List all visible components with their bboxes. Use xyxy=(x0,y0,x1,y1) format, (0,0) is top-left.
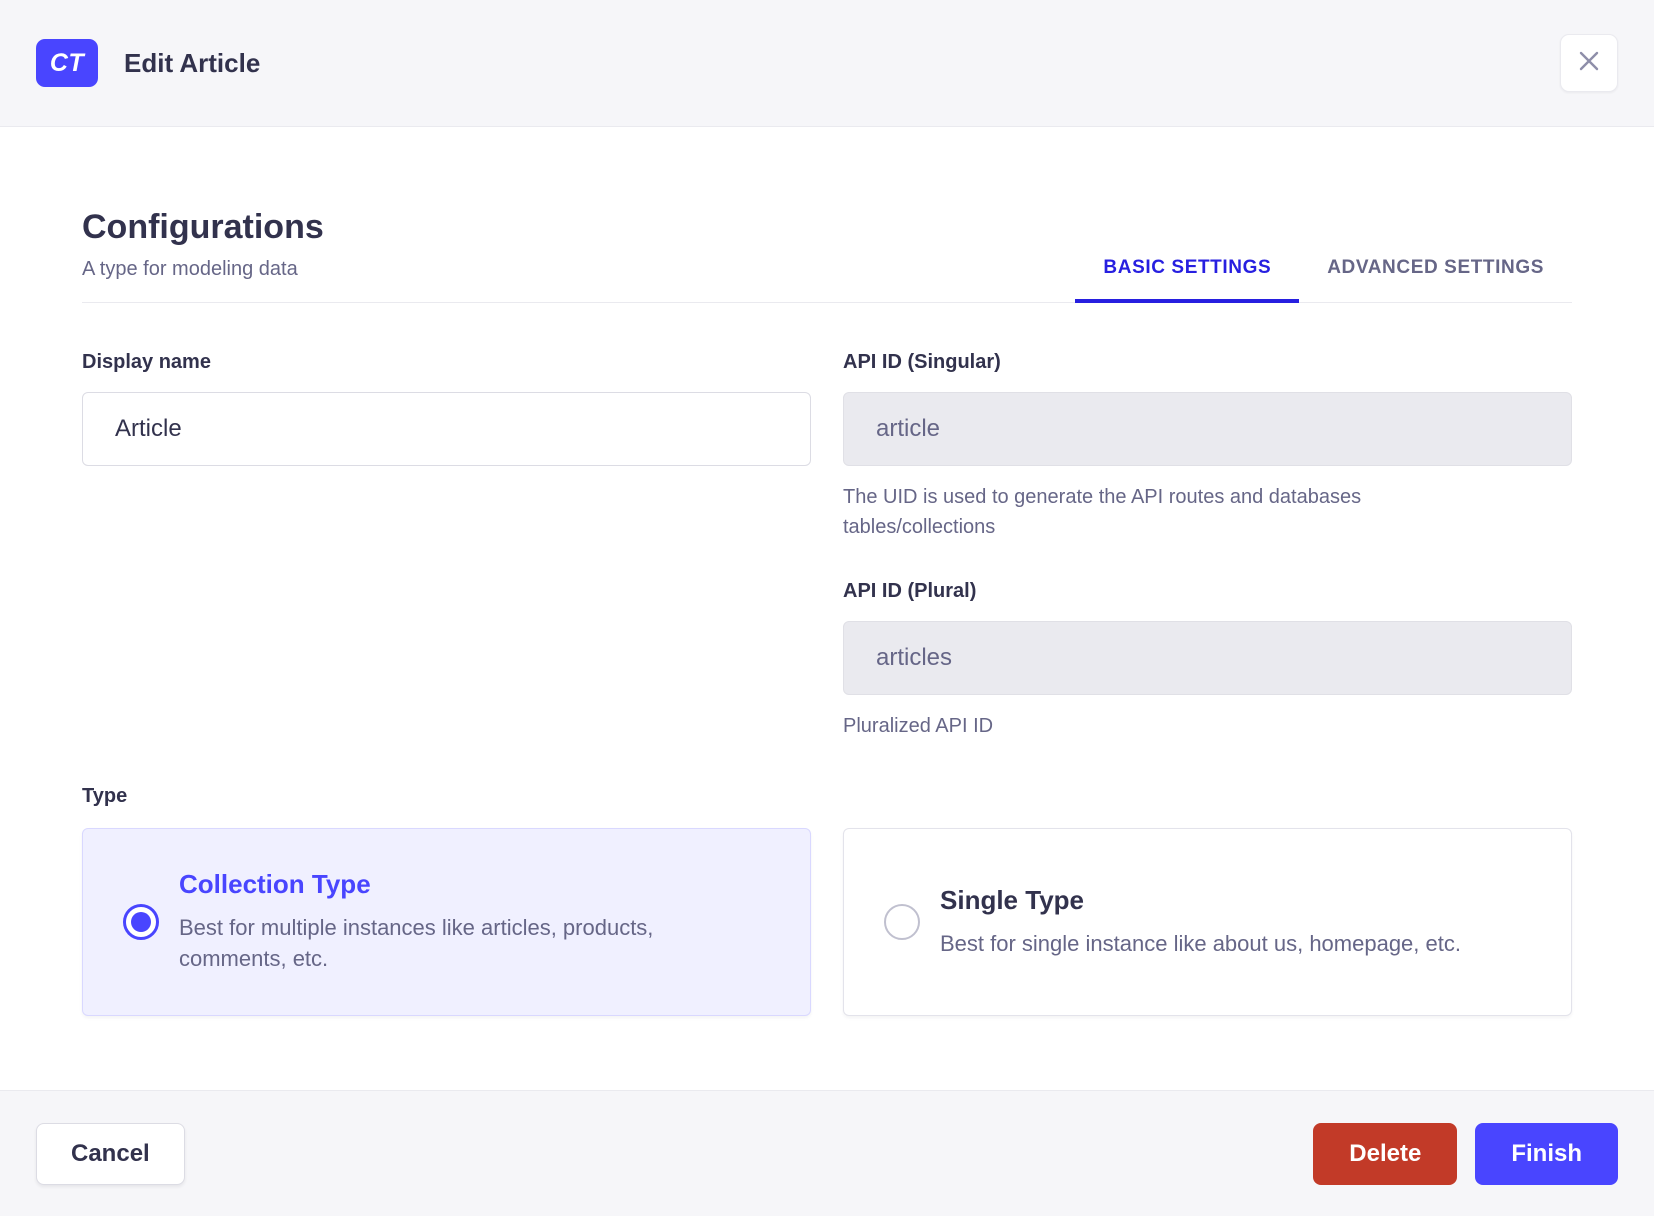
display-name-label: Display name xyxy=(82,350,211,373)
collection-type-text: Collection Type Best for multiple instan… xyxy=(179,869,770,974)
content-type-badge-label: CT xyxy=(49,48,85,77)
config-header-row: Configurations A type for modeling data … xyxy=(82,207,1572,303)
api-id-singular-field: API ID (Singular) The UID is used to gen… xyxy=(843,351,1572,542)
api-id-column: API ID (Singular) The UID is used to gen… xyxy=(843,351,1572,741)
footer-actions: Delete Finish xyxy=(1313,1122,1618,1185)
collection-type-radio-icon[interactable] xyxy=(123,903,159,940)
api-id-singular-input xyxy=(843,391,1572,466)
modal-body: Configurations A type for modeling data … xyxy=(0,127,1654,1090)
single-type-text: Single Type Best for single instance lik… xyxy=(940,885,1531,959)
api-id-singular-label: API ID (Singular) xyxy=(843,350,1001,373)
tab-advanced-settings[interactable]: ADVANCED SETTINGS xyxy=(1299,257,1572,303)
api-id-singular-helper: The UID is used to generate the API rout… xyxy=(843,485,1362,538)
config-subtitle: A type for modeling data xyxy=(82,257,298,280)
modal-footer: Cancel Delete Finish xyxy=(0,1090,1654,1216)
modal-header: CT Edit Article xyxy=(0,0,1654,127)
finish-button[interactable]: Finish xyxy=(1475,1122,1618,1185)
type-options: Collection Type Best for multiple instan… xyxy=(82,827,1572,1016)
close-button[interactable] xyxy=(1560,34,1618,92)
api-id-plural-field: API ID (Plural) Pluralized API ID xyxy=(843,580,1572,741)
single-type-description: Best for single instance like about us, … xyxy=(940,930,1461,956)
config-heading-block: Configurations A type for modeling data xyxy=(82,207,324,303)
collection-type-description: Best for multiple instances like article… xyxy=(179,915,654,972)
close-icon xyxy=(1577,49,1601,78)
single-type-radio-icon[interactable] xyxy=(884,903,920,940)
display-name-field: Display name xyxy=(82,351,811,741)
type-section: Type Collection Type Best for multiple i… xyxy=(82,785,1572,1016)
radio-dot xyxy=(892,912,912,932)
edit-article-modal: CT Edit Article Configurations A type fo… xyxy=(0,0,1654,1216)
display-name-input[interactable] xyxy=(82,391,811,466)
cancel-button[interactable]: Cancel xyxy=(36,1122,185,1185)
config-form: Display name API ID (Singular) The UID i… xyxy=(82,351,1572,1016)
collection-type-option[interactable]: Collection Type Best for multiple instan… xyxy=(82,827,811,1016)
content-type-badge: CT xyxy=(36,39,98,87)
single-type-option[interactable]: Single Type Best for single instance lik… xyxy=(843,827,1572,1016)
api-id-plural-label: API ID (Plural) xyxy=(843,579,977,602)
collection-type-title: Collection Type xyxy=(179,869,371,900)
single-type-title: Single Type xyxy=(940,884,1084,915)
api-id-plural-input xyxy=(843,620,1572,695)
type-label: Type xyxy=(82,784,128,807)
config-title: Configurations xyxy=(82,208,324,246)
tab-basic-settings[interactable]: BASIC SETTINGS xyxy=(1075,257,1299,303)
api-id-plural-helper: Pluralized API ID xyxy=(843,714,994,737)
settings-tabs: BASIC SETTINGS ADVANCED SETTINGS xyxy=(1075,257,1572,303)
modal-title: Edit Article xyxy=(124,47,261,78)
radio-dot xyxy=(131,911,151,932)
delete-button[interactable]: Delete xyxy=(1313,1122,1458,1185)
